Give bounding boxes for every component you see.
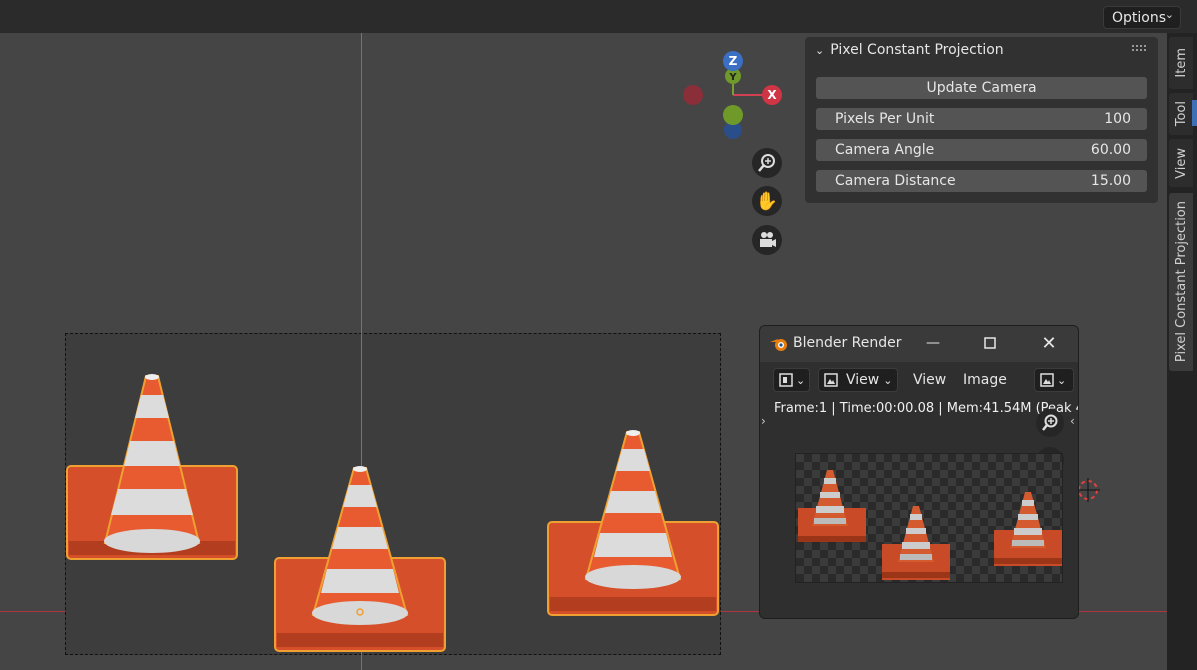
maximize-icon [984,337,996,349]
render-window: Blender Render — ✕ ⌄ View ⌄ View Image ⌄… [759,325,1079,619]
property-value: 60.00 [1090,142,1131,158]
render-stats: Frame:1 | Time:00:00.08 | Mem:41.54M (Pe… [774,401,1079,416]
tab-label: Tool [1173,101,1189,127]
x-axis-label: X [767,88,777,102]
render-window-title: Blender Render [793,335,902,351]
property-value: 15.00 [1090,173,1131,189]
render-result-image[interactable] [795,453,1063,583]
minimize-button[interactable]: — [922,332,944,354]
tab-item[interactable]: Item [1169,37,1193,89]
zoom-button[interactable] [752,148,782,178]
navigation-gizmo[interactable]: Z Y X [676,48,788,140]
render-window-toolbar: ⌄ View ⌄ View Image ⌄ [760,362,1078,398]
menu-view[interactable]: View [913,372,946,388]
property-label: Camera Distance [835,173,956,189]
chevron-down-icon: ⌄ [1057,373,1067,387]
view-mode-dropdown[interactable]: View ⌄ [818,368,898,392]
zoom-icon [758,154,775,172]
render-window-titlebar[interactable]: Blender Render — ✕ [760,326,1078,362]
image-icon [1040,373,1054,387]
tab-label: View [1173,147,1189,179]
zoom-button[interactable] [1036,409,1064,437]
image-editor-icon [779,373,793,387]
camera-view-button[interactable] [752,225,782,255]
view-dropdown-label: View [846,372,880,388]
drag-handle-icon[interactable] [1132,45,1148,51]
blender-logo-icon [770,339,787,351]
tab-label: Item [1173,48,1189,78]
tab-accent [1192,100,1197,126]
chevron-down-icon: ⌄ [815,43,825,57]
image-icon [824,373,838,387]
maximize-button[interactable] [979,332,1001,354]
camera-angle-field[interactable]: Camera Angle 60.00 [816,139,1147,161]
grid-line [0,225,1167,226]
traffic-cone-object[interactable] [66,373,240,563]
update-camera-label: Update Camera [926,80,1037,96]
close-icon: ✕ [1041,332,1057,354]
tab-tool[interactable]: Tool [1169,93,1193,135]
panel-header[interactable]: ⌄ Pixel Constant Projection [815,42,1004,58]
traffic-cone-object[interactable] [547,429,721,619]
sidebar-tabs: Item Tool View Pixel Constant Projection [1167,33,1197,670]
chevron-down-icon: ⌄ [1164,8,1174,21]
chevron-left-icon[interactable]: ‹ [1070,414,1075,428]
zoom-icon [1042,414,1058,431]
3d-cursor-icon [1076,478,1100,502]
property-label: Camera Angle [835,142,935,158]
viewport-header: Options ⌄ [0,0,1197,33]
chevron-right-icon[interactable]: › [761,414,766,428]
pan-button[interactable]: ✋ [752,186,782,216]
chevron-down-icon: ⌄ [883,373,893,387]
rendered-cones-image [798,470,1062,580]
options-dropdown[interactable]: Options ⌄ [1103,6,1181,29]
tab-pixel-constant-projection[interactable]: Pixel Constant Projection [1169,193,1193,371]
tab-label: Pixel Constant Projection [1173,201,1189,363]
menu-image[interactable]: Image [963,372,1007,388]
pixels-per-unit-field[interactable]: Pixels Per Unit 100 [816,108,1147,130]
update-camera-button[interactable]: Update Camera [816,77,1147,99]
tab-view[interactable]: View [1169,139,1193,187]
z-axis-label: Z [729,54,738,68]
options-label: Options [1112,9,1167,26]
y-axis-label: Y [728,72,737,83]
hand-icon: ✋ [755,190,779,212]
camera-icon [760,232,776,247]
property-value: 100 [1104,111,1131,127]
camera-distance-field[interactable]: Camera Distance 15.00 [816,170,1147,192]
property-label: Pixels Per Unit [835,111,935,127]
panel-title: Pixel Constant Projection [830,42,1004,58]
minimize-icon: — [926,335,940,351]
traffic-cone-object[interactable] [274,465,448,655]
display-dropdown[interactable]: ⌄ [1034,368,1074,392]
pixel-constant-projection-panel: ⌄ Pixel Constant Projection Update Camer… [805,37,1158,203]
close-button[interactable]: ✕ [1038,332,1060,354]
editor-type-dropdown[interactable]: ⌄ [773,368,810,392]
chevron-down-icon: ⌄ [796,373,806,387]
